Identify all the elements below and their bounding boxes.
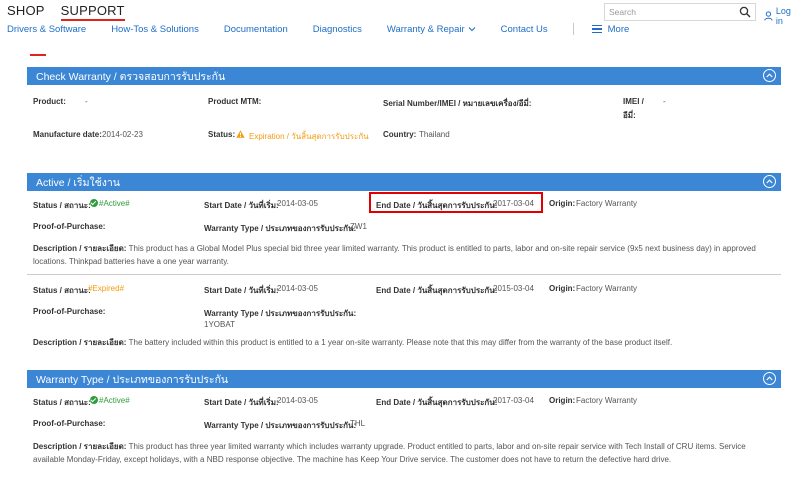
brand-tabs: SHOP SUPPORT [7,3,125,21]
entry1-warranty-type-value: ZW1 [350,222,367,231]
entry2-start-date-value: 2014-03-05 [277,284,318,293]
entry1-description-text: This product has a Global Model Plus spe… [33,244,756,266]
hamburger-icon [591,24,602,34]
manufacture-date-value: 2014-02-23 [102,130,143,139]
product-label: Product: [33,97,66,106]
imei-label-thai: อีมี่: [623,111,636,120]
imei-value: - [663,97,666,106]
entry1-origin-value: Factory Warranty [576,199,638,208]
nav-warranty-repair[interactable]: Warranty & Repair [387,24,476,35]
search-box [604,3,756,21]
entry1-warranty-type-label: Warranty Type / ประเภทของการรับประกัน: [204,224,357,233]
user-icon [764,11,773,21]
entry2-warranty-type-label: Warranty Type / ประเภทของการรับประกัน: [204,309,357,318]
nav-more-label: More [607,23,630,35]
entry2-warranty-type-value: 1YOBAT [204,320,235,329]
entry1-start-date-value: 2014-03-05 [277,199,318,208]
wt-description-text: This product has three year limited warr… [33,442,746,464]
wt-warranty-type-value: THL [350,419,366,428]
product-value: - [85,97,88,106]
entry2-origin-value: Factory Warranty [576,284,638,293]
wt-start-date-label: Start Date / วันที่เริ่ม: [204,398,279,407]
collapse-icon[interactable] [763,69,776,82]
nav-diagnostics[interactable]: Diagnostics [313,24,362,35]
entry2-description-label: Description / รายละเอียด: [33,338,127,347]
nav-more[interactable]: More [591,23,630,35]
check-circle-icon [90,396,98,404]
country-value: Thailand [419,130,450,139]
search-icon[interactable] [739,6,751,18]
entry1-origin-label: Origin: [549,199,576,208]
entry1-proof-of-purchase-label: Proof-of-Purchase: [33,222,106,231]
chevron-down-icon [468,27,476,32]
nav-contact-us[interactable]: Contact Us [501,24,548,35]
entry2-origin-label: Origin: [549,284,576,293]
wt-description: Description / รายละเอียด: This product h… [33,441,758,466]
nav-separator [572,23,574,35]
nav-documentation[interactable]: Documentation [224,24,288,35]
wt-status-label: Status / สถานะ: [33,398,91,407]
imei-label: IMEI / [623,97,644,106]
entry2-end-date-label: End Date / วันสิ้นสุดการรับประกัน: [376,286,498,295]
wt-end-date-label: End Date / วันสิ้นสุดการรับประกัน: [376,398,498,407]
entry2-status-label: Status / สถานะ: [33,286,91,295]
entry1-status-value: #Active# [99,199,130,208]
tab-shop[interactable]: SHOP [7,3,45,21]
wt-origin-value: Factory Warranty [576,396,638,405]
end-date-highlight-box [369,192,543,213]
collapse-icon[interactable] [763,372,776,385]
entry-divider [27,274,781,275]
breadcrumb-marker [30,54,46,56]
entry2-description: Description / รายละเอียด: The battery in… [33,337,758,350]
entry2-end-date-value: 2015-03-04 [493,284,534,293]
entry2-proof-of-purchase-label: Proof-of-Purchase: [33,307,106,316]
entry1-start-date-label: Start Date / วันที่เริ่ม: [204,201,279,210]
check-circle-icon [90,199,98,207]
nav-warranty-repair-label: Warranty & Repair [386,23,465,35]
entry1-description-label: Description / รายละเอียด: [33,244,127,253]
tab-support[interactable]: SUPPORT [60,3,125,21]
check-warranty-header[interactable]: Check Warranty / ตรวจสอบการรับประกัน [27,67,781,85]
login-label: Log in [775,6,791,26]
wt-warranty-type-label: Warranty Type / ประเภทของการรับประกัน: [204,421,357,430]
top-navigation: SHOP SUPPORT Drivers & Software How-Tos … [0,0,800,50]
wt-status-value: #Active# [99,396,130,405]
search-input[interactable] [605,7,735,17]
warranty-type-header[interactable]: Warranty Type / ประเภทของการรับประกัน [27,370,781,388]
active-title: Active / เริ่มใช้งาน [36,176,120,189]
main-nav: Drivers & Software How-Tos & Solutions D… [7,23,654,35]
country-label: Country: [383,130,417,139]
active-header[interactable]: Active / เริ่มใช้งาน [27,173,781,191]
status-value: Expiration / วันสิ้นสุดการรับประกัน [249,132,369,141]
nav-howtos-solutions[interactable]: How-Tos & Solutions [111,24,199,35]
entry1-status-label: Status / สถานะ: [33,201,91,210]
wt-origin-label: Origin: [549,396,576,405]
wt-start-date-value: 2014-03-05 [277,396,318,405]
check-warranty-title: Check Warranty / ตรวจสอบการรับประกัน [36,70,226,83]
product-mtm-label: Product MTM: [208,97,262,106]
wt-proof-of-purchase-label: Proof-of-Purchase: [33,419,106,428]
warning-icon [236,130,245,138]
entry2-start-date-label: Start Date / วันที่เริ่ม: [204,286,279,295]
nav-drivers-software[interactable]: Drivers & Software [7,24,86,35]
entry2-description-text: The battery included within this product… [128,338,673,347]
status-label: Status: [208,130,236,139]
entry2-status-value: #Expired# [88,284,125,293]
collapse-icon[interactable] [763,175,776,188]
wt-end-date-value: 2017-03-04 [493,396,534,405]
manufacture-date-label: Manufacture date: [33,130,102,139]
entry1-description: Description / รายละเอียด: This product h… [33,243,758,268]
warranty-type-title: Warranty Type / ประเภทของการรับประกัน [36,373,229,386]
login-link[interactable]: Log in [764,6,800,26]
serial-number-label: Serial Number/IMEI / หมายเลขเครื่อง/อีมี… [383,99,532,108]
wt-description-label: Description / รายละเอียด: [33,442,127,451]
